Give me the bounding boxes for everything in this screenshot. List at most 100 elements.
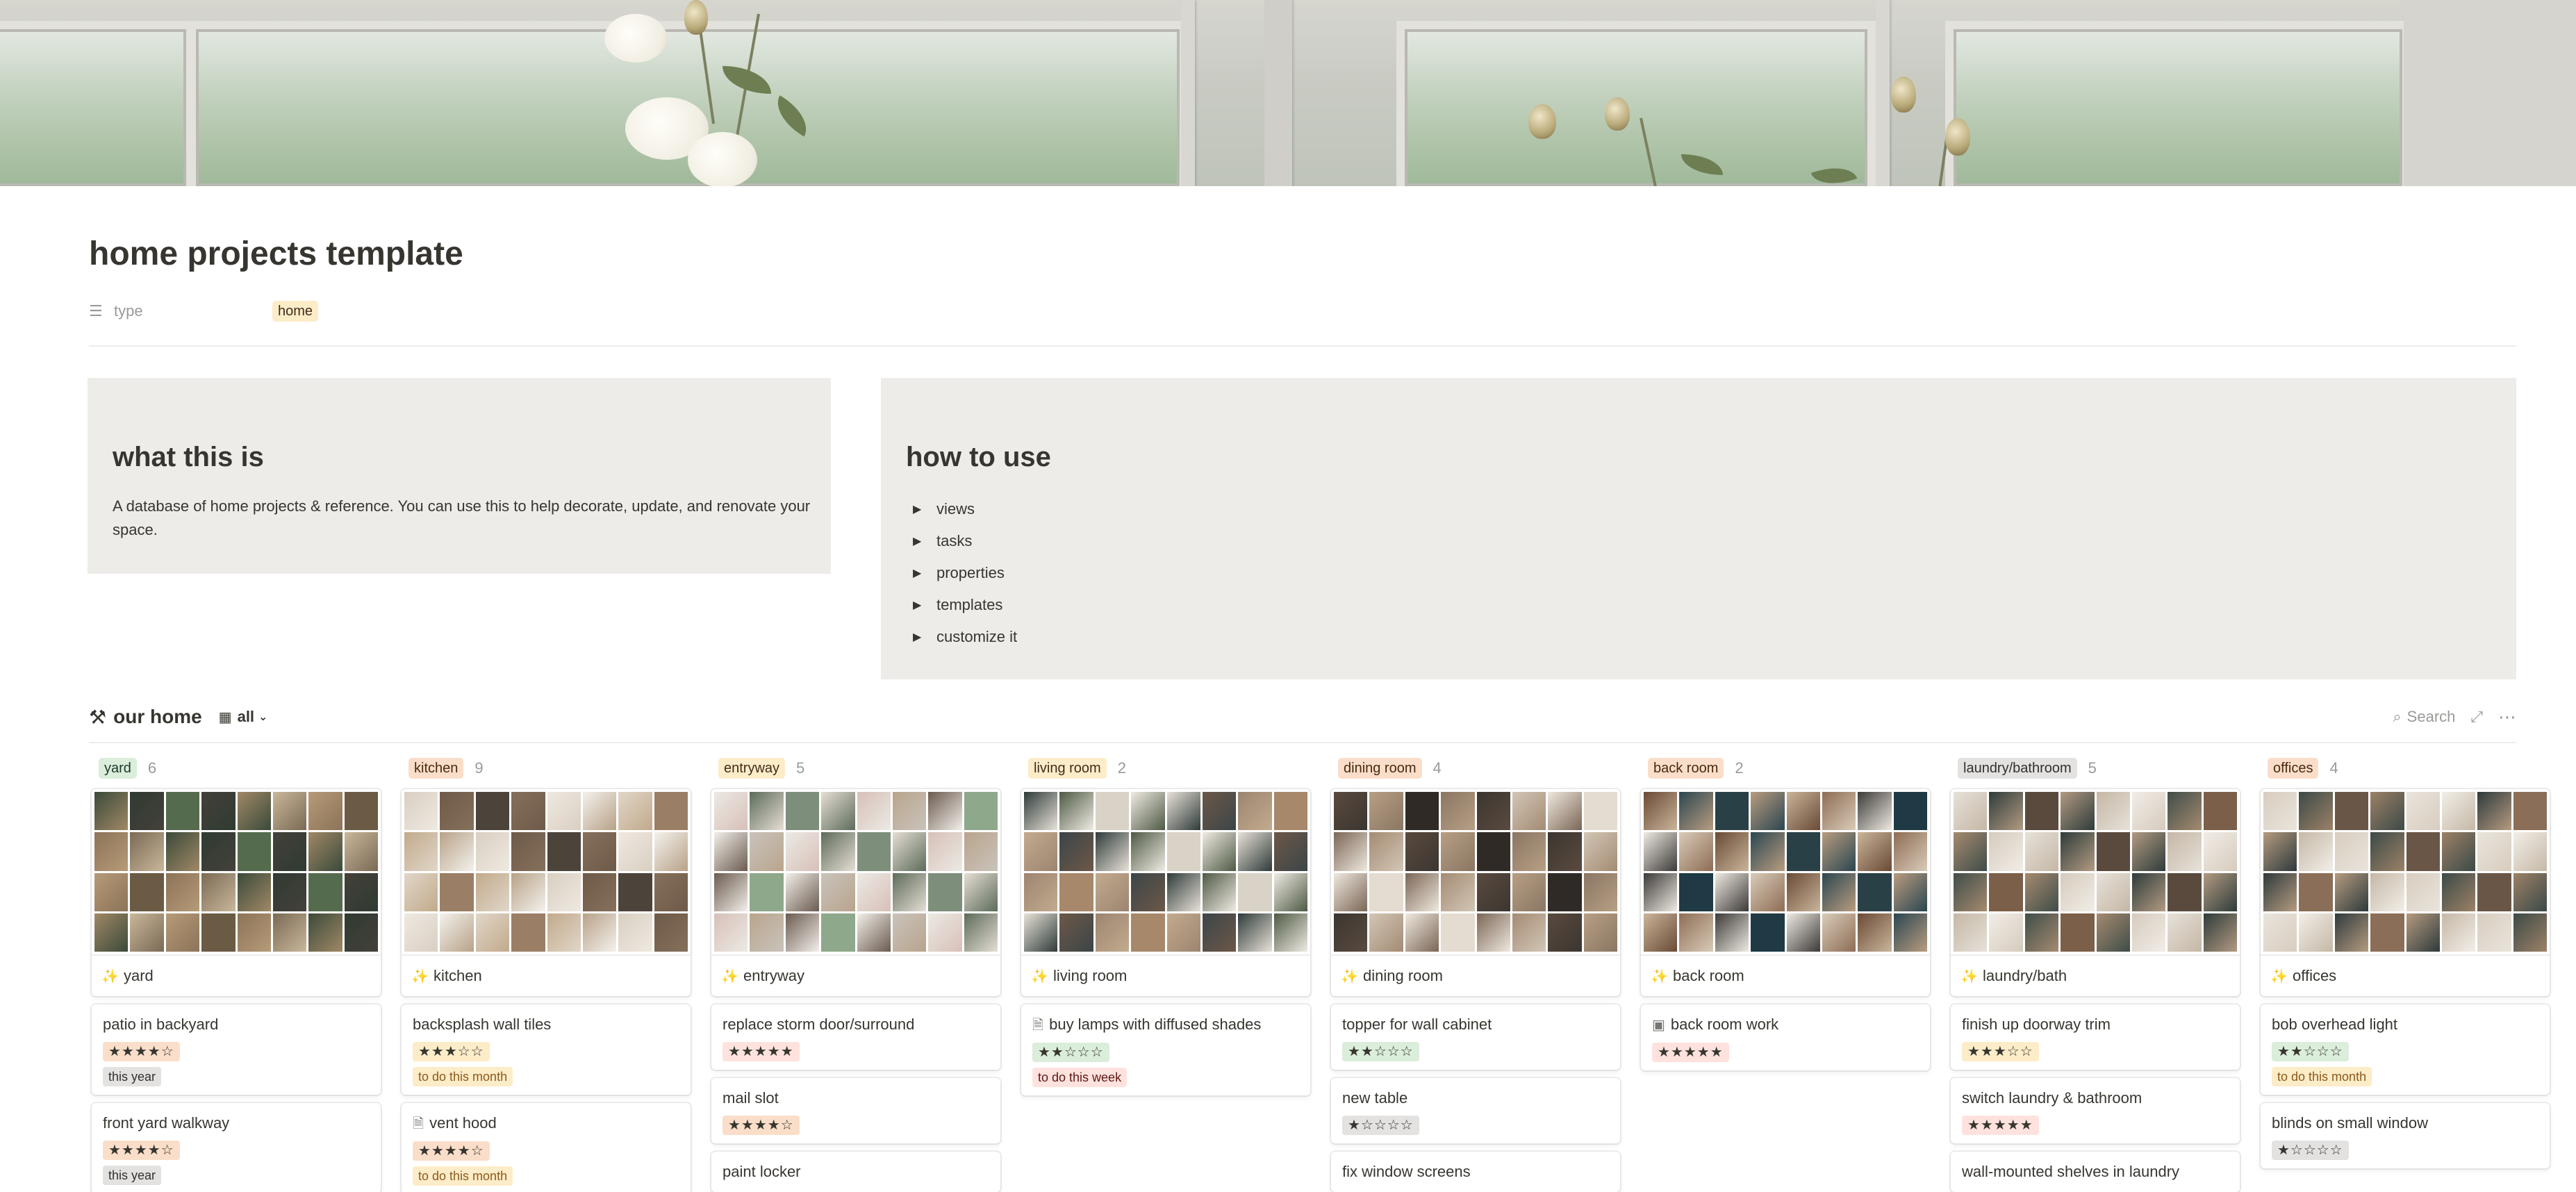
collage-photo	[2334, 832, 2369, 871]
task-card[interactable]: blinds on small window ★☆☆☆☆	[2261, 1103, 2550, 1168]
column-header[interactable]: back room 2	[1641, 756, 1930, 781]
collage-photo	[237, 792, 271, 831]
how-to-use-toggle-list: ▶ views ▶ tasks ▶ properties ▶ templates ▶ cu…	[906, 493, 1017, 653]
board-column-yard: yard 6 ✨ yard patio in backyard ★★★★☆ this yea…	[92, 756, 381, 1192]
collage-photo	[1751, 872, 1785, 911]
property-value-tag[interactable]: home	[272, 301, 319, 322]
task-card[interactable]: 🗎 vent hood ★★★★☆ to do this month	[402, 1103, 691, 1192]
column-header[interactable]: dining room 4	[1331, 756, 1620, 781]
task-name-label: fix window screens	[1342, 1163, 1471, 1180]
gallery-card[interactable]: ✨ kitchen	[402, 789, 691, 996]
gallery-card[interactable]: ✨ laundry/bath	[1951, 789, 2240, 996]
task-card[interactable]: topper for wall cabinet ★★☆☆☆	[1331, 1004, 1620, 1070]
collage-photo	[272, 913, 307, 952]
collage-photo	[1131, 913, 1165, 952]
task-name-label: new table	[1342, 1089, 1408, 1107]
triangle-right-icon[interactable]: ▶	[906, 566, 936, 580]
sparkles-icon: ✨	[101, 968, 119, 984]
timeline-badge: to do this week	[1032, 1068, 1128, 1087]
task-name-label: patio in backyard	[103, 1016, 219, 1033]
gallery-card[interactable]: ✨ entryway	[711, 789, 1000, 996]
collage-photo	[750, 792, 784, 831]
task-card[interactable]: backsplash wall tiles ★★★☆☆ to do this mon…	[402, 1004, 691, 1095]
list-icon: ☰	[89, 302, 103, 320]
task-card[interactable]: replace storm door/surround ★★★★★	[711, 1004, 1000, 1070]
flower-petal	[604, 14, 667, 63]
triangle-right-icon[interactable]: ▶	[906, 502, 936, 516]
task-name-label: front yard walkway	[103, 1114, 230, 1132]
task-card[interactable]: finish up doorway trim ★★★☆☆	[1951, 1004, 2240, 1070]
collage-photo	[94, 832, 129, 871]
window-mullion	[1264, 0, 1292, 186]
card-title-label: entryway	[743, 967, 805, 984]
column-header[interactable]: entryway 5	[711, 756, 1000, 781]
triangle-right-icon[interactable]: ▶	[906, 630, 936, 644]
property-row-type[interactable]: ☰ type home	[89, 297, 506, 325]
database-title[interactable]: our home	[113, 706, 202, 728]
toggle-tasks[interactable]: ▶ tasks	[906, 525, 1017, 557]
column-header[interactable]: kitchen 9	[402, 756, 691, 781]
page-title[interactable]: home projects template	[89, 235, 463, 273]
collage-photo	[2131, 872, 2166, 911]
collage-photo	[475, 832, 510, 871]
view-selector[interactable]: ▦ all ⌄	[219, 708, 268, 726]
task-card[interactable]: fix window screens	[1331, 1152, 1620, 1192]
more-options-icon[interactable]: ⋯	[2498, 706, 2516, 728]
task-name-label: blinds on small window	[2272, 1114, 2428, 1132]
collage-photo	[1644, 792, 1678, 831]
collage-photo	[654, 832, 688, 871]
collage-photo	[1954, 832, 1988, 871]
collage-photo	[2370, 792, 2404, 831]
gallery-card[interactable]: ✨ offices	[2261, 789, 2550, 996]
card-title-label: offices	[2293, 967, 2337, 984]
sparkles-icon: ✨	[2270, 968, 2288, 984]
collage-photo	[2203, 792, 2237, 831]
task-card[interactable]: wall-mounted shelves in laundry	[1951, 1152, 2240, 1192]
image-icon: ▣	[1652, 1018, 1665, 1033]
task-name: replace storm door/surround	[723, 1013, 989, 1036]
task-card[interactable]: new table ★☆☆☆☆	[1331, 1078, 1620, 1143]
task-card[interactable]: patio in backyard ★★★★☆ this year	[92, 1004, 381, 1095]
board-column-back-room: back room 2 ✨ back room ▣ back room work ★★★★★	[1641, 756, 1930, 1070]
collage-photo	[714, 832, 748, 871]
collage-photo	[928, 872, 962, 911]
board-view-icon: ▦	[218, 709, 232, 725]
collage-photo	[714, 872, 748, 911]
column-header[interactable]: living room 2	[1021, 756, 1310, 781]
toggle-views[interactable]: ▶ views	[906, 493, 1017, 525]
cover-image[interactable]	[0, 0, 2576, 186]
rating-stars: ★★★★☆	[413, 1141, 490, 1161]
task-card[interactable]: bob overhead light ★★☆☆☆ to do this month	[2261, 1004, 2550, 1095]
card-cover-collage	[402, 789, 691, 956]
gallery-card[interactable]: ✨ yard	[92, 789, 381, 996]
triangle-right-icon[interactable]: ▶	[906, 598, 936, 612]
triangle-right-icon[interactable]: ▶	[906, 534, 936, 548]
gallery-card[interactable]: ✨ living room	[1021, 789, 1310, 996]
toggle-templates[interactable]: ▶ templates	[906, 589, 1017, 621]
column-header[interactable]: offices 4	[2261, 756, 2550, 781]
task-card[interactable]: switch laundry & bathroom ★★★★★	[1951, 1078, 2240, 1143]
task-card[interactable]: front yard walkway ★★★★☆ this year	[92, 1103, 381, 1192]
collage-photo	[2513, 872, 2547, 911]
task-name: mail slot	[723, 1086, 989, 1110]
toggle-properties[interactable]: ▶ properties	[906, 557, 1017, 589]
search-button[interactable]: ⌕ Search	[2393, 708, 2455, 726]
column-header[interactable]: laundry/bathroom 5	[1951, 756, 2240, 781]
collage-photo	[892, 792, 927, 831]
column-header[interactable]: yard 6	[92, 756, 381, 781]
collage-photo	[714, 913, 748, 952]
gallery-card[interactable]: ✨ dining room	[1331, 789, 1620, 996]
task-card[interactable]: mail slot ★★★★☆	[711, 1078, 1000, 1143]
task-card[interactable]: 🗎 buy lamps with diffused shades ★★☆☆☆ to d…	[1021, 1004, 1310, 1095]
gallery-card[interactable]: ✨ back room	[1641, 789, 1930, 996]
expand-icon[interactable]: ⤢	[2470, 708, 2483, 726]
flower-bud	[1528, 104, 1556, 139]
collage-photo	[1238, 792, 1272, 831]
collage-photo	[2096, 832, 2130, 871]
toggle-customize-it[interactable]: ▶ customize it	[906, 621, 1017, 653]
task-card[interactable]: paint locker	[711, 1152, 1000, 1192]
task-name-label: finish up doorway trim	[1962, 1016, 2111, 1033]
view-label: all	[237, 708, 255, 725]
task-card[interactable]: ▣ back room work ★★★★★	[1641, 1004, 1930, 1070]
task-name: new table	[1342, 1086, 1609, 1110]
